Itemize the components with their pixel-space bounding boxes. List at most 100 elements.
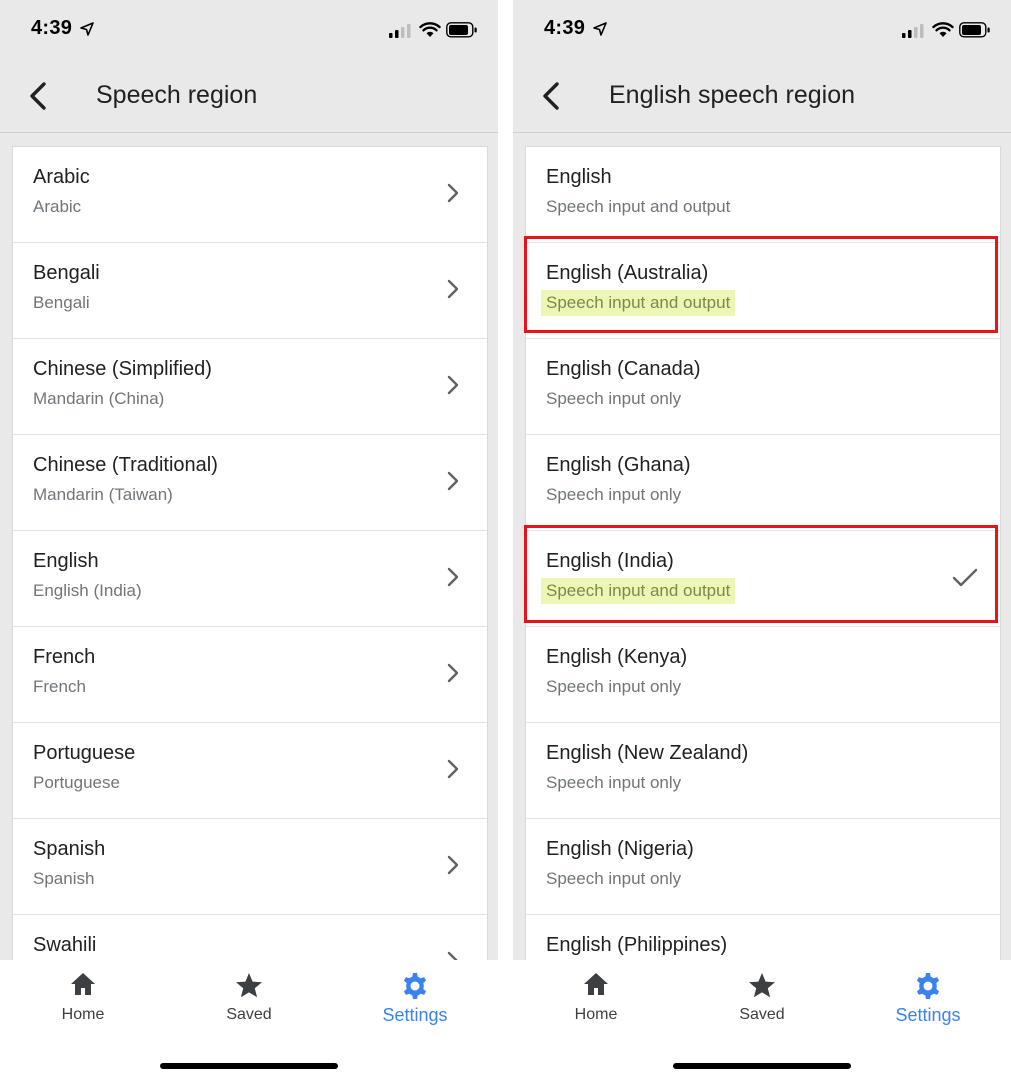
list-item-title: English [546,166,612,188]
list-item-title: Chinese (Simplified) [33,358,212,380]
tab-home[interactable]: Home [0,960,166,1040]
tab-home-label: Home [574,1006,618,1023]
gear-icon [916,973,940,999]
chevron-right-icon [447,375,459,395]
list-item-title: Arabic [33,166,90,188]
list-item-subtitle: English (India) [33,581,142,600]
list-item-title: English (Nigeria) [546,838,694,860]
cellular-signal-icon [902,24,924,38]
home-icon [71,973,95,995]
status-bar: 4:39 [513,0,1011,60]
list-item-title: French [33,646,96,668]
list-item[interactable]: English Speech input and output [526,147,1000,243]
list-item-subtitle: Mandarin (China) [33,389,165,408]
list-item-title: English (India) [546,550,674,572]
navigation-bar: English speech region [513,60,1011,133]
list-item[interactable]: English (New Zealand) Speech input only [526,723,1000,819]
back-arrow-icon[interactable] [24,78,54,114]
tab-saved[interactable]: Saved [679,960,845,1040]
list-item[interactable]: Chinese (Simplified) Mandarin (China) [13,339,487,435]
home-indicator[interactable] [160,1063,338,1069]
list-item-subtitle-highlighted: Speech input and output [541,290,736,316]
list-item[interactable]: French French [13,627,487,723]
wifi-icon [932,22,954,37]
list-item-title: Swahili [33,934,97,956]
list-item-title: English (New Zealand) [546,742,749,764]
tab-settings-label: Settings [895,1005,961,1025]
list-item-subtitle: Spanish [33,869,95,888]
list-item-subtitle: Speech input only [546,869,682,888]
gear-icon [403,973,427,999]
battery-icon [446,22,477,38]
list-item-title: Portuguese [33,742,136,764]
status-time: 4:39 [544,17,586,39]
list-item-subtitle: French [33,677,86,696]
list-item[interactable]: Spanish Spanish [13,819,487,915]
wifi-icon [419,22,441,37]
home-indicator[interactable] [673,1063,851,1069]
list-item-subtitle: Speech input only [546,773,682,792]
status-time: 4:39 [31,17,73,39]
list-item-title: English (Kenya) [546,646,688,668]
tab-saved-label: Saved [739,1006,785,1023]
list-item[interactable]: Portuguese Portuguese [13,723,487,819]
list-item-selected[interactable]: English (India) Speech input and output [526,531,1000,627]
bottom-tab-bar: Home Saved Settings [513,960,1011,1080]
list-item-title: Bengali [33,262,100,284]
page-title: English speech region [609,81,855,109]
list-item-subtitle: Speech input only [546,485,682,504]
list-item-subtitle: Arabic [33,197,82,216]
tab-settings[interactable]: Settings [332,960,498,1040]
english-region-list: English Speech input and output English … [525,146,1001,961]
list-item[interactable]: Chinese (Traditional) Mandarin (Taiwan) [13,435,487,531]
star-icon [236,973,262,998]
list-item-title: English (Ghana) [546,454,691,476]
list-item-subtitle: Portuguese [33,773,120,792]
tab-saved[interactable]: Saved [166,960,332,1040]
chevron-right-icon [447,663,459,683]
list-item-subtitle: Mandarin (Taiwan) [33,485,173,504]
list-item[interactable]: English (Canada) Speech input only [526,339,1000,435]
chevron-right-icon [447,183,459,203]
list-item-subtitle: Speech input and output [546,197,731,216]
home-icon [584,973,608,995]
list-item-title: Spanish [33,838,106,860]
battery-icon [959,22,990,38]
list-item-subtitle: Bengali [33,293,90,312]
back-arrow-icon[interactable] [537,78,567,114]
chevron-right-icon [447,759,459,779]
tab-home[interactable]: Home [513,960,679,1040]
list-item-subtitle: Speech input only [546,677,682,696]
list-item-subtitle: Speech input only [546,389,682,408]
chevron-right-icon [447,279,459,299]
list-item[interactable]: English (Ghana) Speech input only [526,435,1000,531]
english-speech-region-screen: 4:39 English speech region English Speec… [513,0,1011,1080]
list-item[interactable]: English (Nigeria) Speech input only [526,819,1000,915]
list-item-title: English (Philippines) [546,934,728,956]
list-item[interactable]: English English (India) [13,531,487,627]
chevron-right-icon [447,567,459,587]
list-item[interactable]: Swahili [13,915,487,961]
location-arrow-icon [80,22,94,36]
page-title: Speech region [96,81,258,109]
tab-home-label: Home [61,1006,105,1023]
navigation-bar: Speech region [0,60,498,133]
chevron-right-icon [447,855,459,875]
list-item[interactable]: Bengali Bengali [13,243,487,339]
tab-saved-label: Saved [226,1006,272,1023]
list-item[interactable]: English (Kenya) Speech input only [526,627,1000,723]
chevron-right-icon [447,471,459,491]
list-item-title: English (Canada) [546,358,701,380]
list-item-title: English (Australia) [546,262,709,284]
list-item[interactable]: English (Australia) Speech input and out… [526,243,1000,339]
tab-settings[interactable]: Settings [845,960,1011,1040]
location-arrow-icon [593,22,607,36]
cellular-signal-icon [389,24,411,38]
status-bar: 4:39 [0,0,498,60]
list-item[interactable]: Arabic Arabic [13,147,487,243]
list-item[interactable]: English (Philippines) [526,915,1000,961]
list-item-subtitle-highlighted: Speech input and output [541,578,736,604]
list-item-title: English [33,550,99,572]
bottom-tab-bar: Home Saved Settings [0,960,498,1080]
list-item-title: Chinese (Traditional) [33,454,218,476]
